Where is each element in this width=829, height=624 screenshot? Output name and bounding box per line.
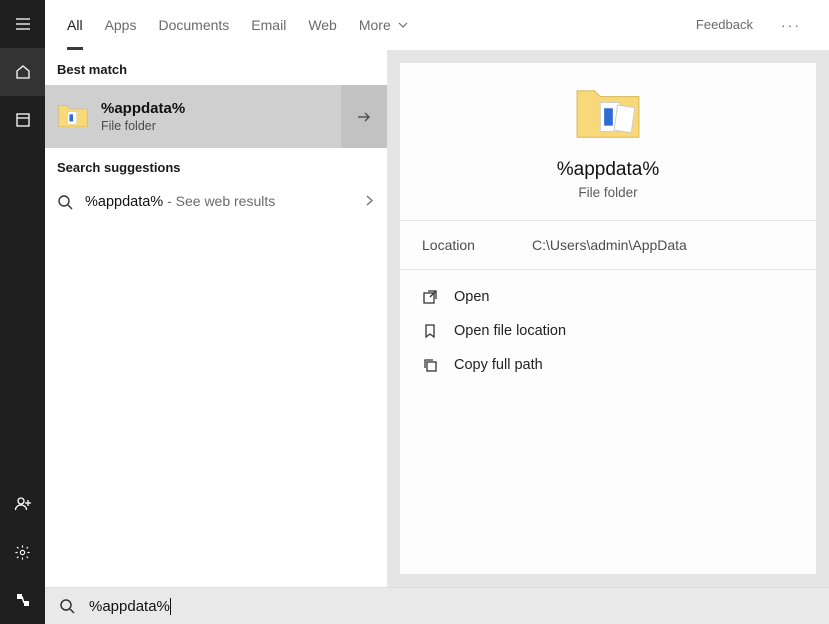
sidebar: [0, 0, 45, 624]
more-options-button[interactable]: ···: [775, 11, 807, 39]
suggestion-query: %appdata%: [85, 194, 163, 210]
chevron-right-icon: [364, 193, 375, 211]
preview-card: %appdata% File folder Location C:\Users\…: [399, 62, 817, 575]
preview-title: %appdata%: [557, 159, 659, 181]
tab-email[interactable]: Email: [251, 0, 286, 50]
open-icon: [422, 289, 438, 305]
tabs-bar: All Apps Documents Email Web More Feedba…: [45, 0, 829, 50]
folder-large-icon: [573, 87, 643, 145]
share-button[interactable]: [0, 576, 45, 624]
home-icon: [15, 64, 31, 80]
best-match-header: Best match: [45, 50, 387, 85]
hamburger-menu-button[interactable]: [0, 0, 45, 48]
tab-more[interactable]: More: [359, 0, 409, 50]
search-input[interactable]: %appdata%: [89, 598, 170, 615]
settings-button[interactable]: [0, 528, 45, 576]
preview-location-row: Location C:\Users\admin\AppData: [400, 221, 816, 270]
best-match-subtitle: File folder: [101, 119, 185, 133]
tab-all[interactable]: All: [67, 0, 83, 50]
best-match-item: %appdata% File folder: [45, 85, 387, 148]
preview-subtitle: File folder: [578, 185, 637, 200]
suggestions-header: Search suggestions: [45, 148, 387, 183]
tab-documents[interactable]: Documents: [158, 0, 229, 50]
arrow-right-icon: [355, 108, 373, 126]
main-area: All Apps Documents Email Web More Feedba…: [45, 0, 829, 624]
action-open[interactable]: Open: [410, 280, 806, 314]
best-match-title: %appdata%: [101, 100, 185, 117]
search-icon: [57, 194, 73, 210]
gear-icon: [14, 544, 31, 561]
chevron-down-icon: [397, 19, 409, 31]
timeline-icon: [15, 112, 31, 128]
search-icon: [59, 598, 75, 614]
suggestion-web-results[interactable]: %appdata% - See web results: [45, 183, 387, 221]
feedback-link[interactable]: Feedback: [696, 17, 753, 32]
menu-icon: [15, 16, 31, 32]
copy-icon: [422, 357, 438, 373]
folder-icon: [57, 103, 89, 131]
search-bar[interactable]: %appdata%: [45, 587, 829, 624]
results-panel: Best match %appdata% File folder: [45, 50, 387, 587]
location-label: Location: [422, 237, 532, 253]
share-icon: [15, 592, 31, 608]
bookmark-icon: [422, 323, 438, 339]
person-add-icon: [14, 495, 32, 513]
timeline-button[interactable]: [0, 96, 45, 144]
account-button[interactable]: [0, 480, 45, 528]
best-match-expand-button[interactable]: [341, 85, 387, 148]
text-caret: [170, 598, 171, 615]
preview-panel: %appdata% File folder Location C:\Users\…: [387, 50, 829, 587]
best-match-open[interactable]: %appdata% File folder: [45, 100, 341, 133]
suggestion-tail: - See web results: [163, 193, 275, 209]
location-value: C:\Users\admin\AppData: [532, 237, 794, 253]
action-open-file-location[interactable]: Open file location: [410, 314, 806, 348]
action-copy-full-path[interactable]: Copy full path: [410, 348, 806, 382]
home-button[interactable]: [0, 48, 45, 96]
tab-apps[interactable]: Apps: [105, 0, 137, 50]
tab-web[interactable]: Web: [308, 0, 337, 50]
